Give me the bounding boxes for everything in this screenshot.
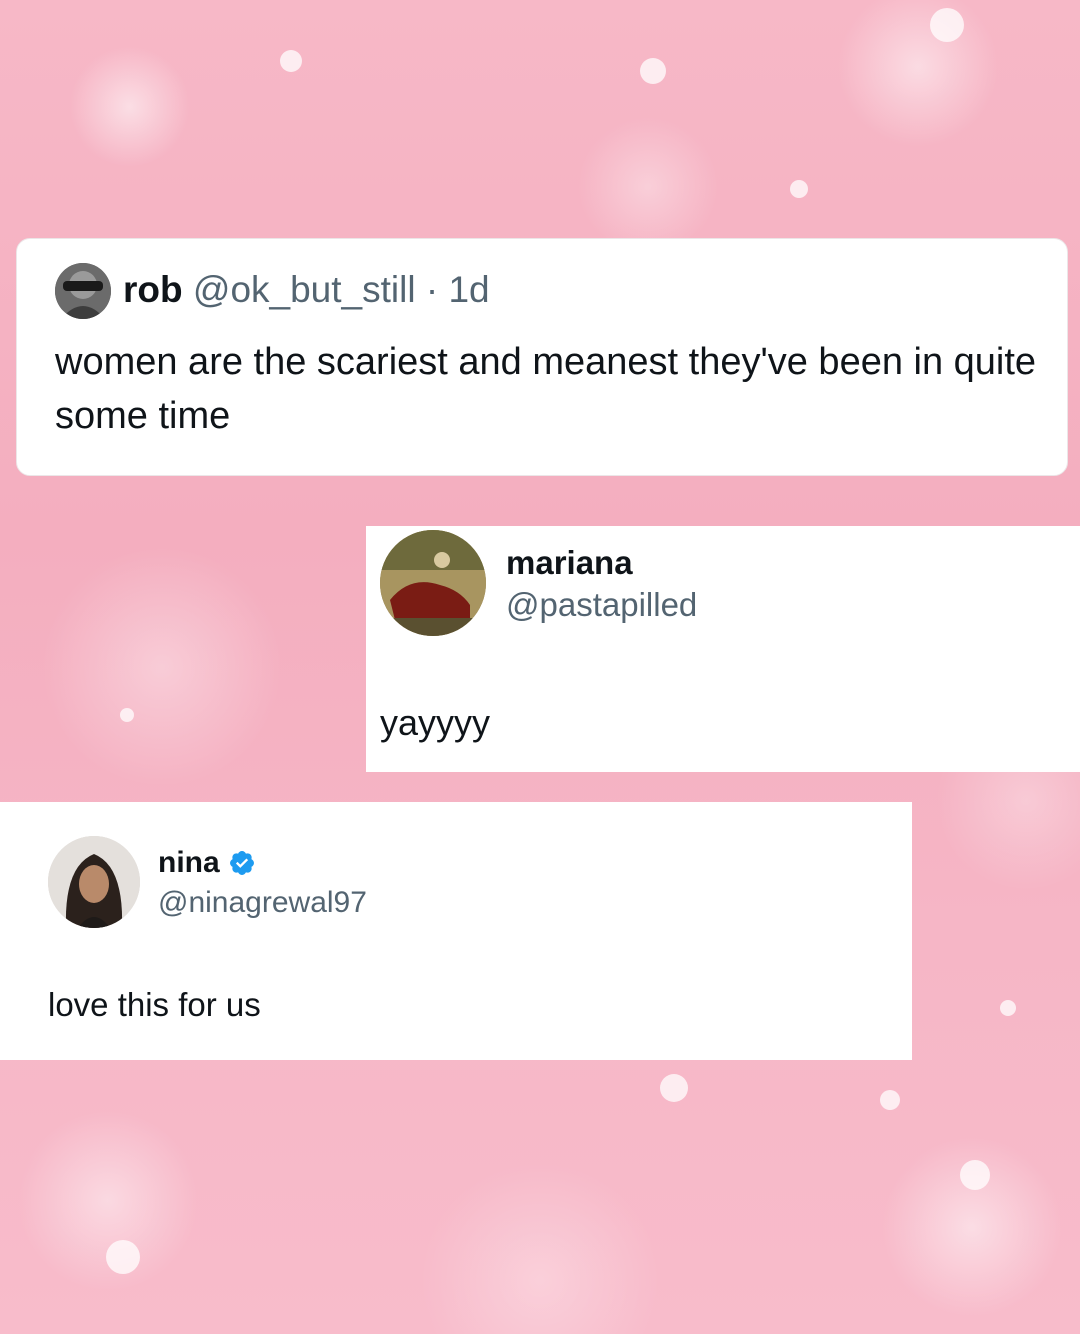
sparkle: [120, 708, 134, 722]
avatar-rob[interactable]: [55, 263, 111, 319]
tweet-text: yayyyy: [380, 702, 491, 743]
verified-badge-icon: [229, 851, 254, 875]
timestamp[interactable]: 1d: [448, 269, 489, 310]
sparkle: [930, 8, 964, 42]
display-name[interactable]: mariana: [506, 544, 633, 582]
sparkle: [790, 180, 808, 198]
handle[interactable]: @ninagrewal97: [158, 886, 367, 920]
separator-dot: ·: [415, 269, 449, 310]
tweet-card-mariana[interactable]: mariana @pastapilled yayyyy: [366, 526, 1080, 772]
tweet-card-rob[interactable]: rob @ok_but_still · 1d women are the sca…: [16, 238, 1068, 476]
sparkle: [1000, 1000, 1016, 1016]
avatar-nina[interactable]: [48, 836, 140, 928]
avatar-image-icon: [48, 836, 140, 928]
sparkle: [280, 50, 302, 72]
avatar-mariana[interactable]: [380, 530, 486, 636]
display-name[interactable]: nina: [158, 846, 220, 880]
handle[interactable]: @ok_but_still: [193, 269, 416, 310]
avatar-image-icon: [380, 530, 486, 636]
sparkle: [640, 58, 666, 84]
display-name[interactable]: rob: [123, 269, 183, 310]
sparkle: [960, 1160, 990, 1190]
tweet-header: rob @ok_but_still · 1d: [123, 269, 490, 311]
tweet-card-nina[interactable]: nina @ninagrewal97 love this for us: [0, 802, 912, 1060]
tweet-text: women are the scariest and meanest they'…: [55, 341, 1037, 437]
sparkle: [660, 1074, 688, 1102]
sparkle: [880, 1090, 900, 1110]
tweet-text: love this for us: [48, 986, 261, 1023]
sparkle: [106, 1240, 140, 1274]
name-row: nina: [158, 846, 256, 880]
handle[interactable]: @pastapilled: [506, 586, 697, 624]
avatar-image-icon: [55, 263, 111, 319]
